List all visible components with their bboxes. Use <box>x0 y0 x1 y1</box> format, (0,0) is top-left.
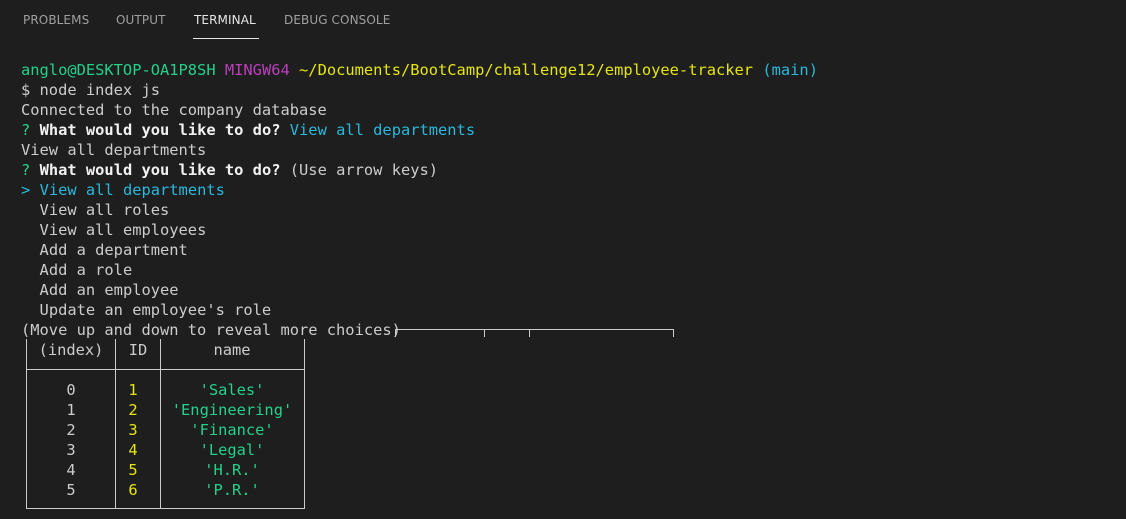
table-header-id: ID <box>129 341 148 359</box>
table-cell-name: 'Engineering' <box>172 401 292 419</box>
table-borders <box>26 329 674 509</box>
table-cell-name: 'P.R.' <box>204 481 260 499</box>
table-cell-id: 4 <box>128 441 137 459</box>
table-row: 5 6 'P.R.' <box>66 481 259 499</box>
table-header-name: name <box>213 341 250 359</box>
table-cell-name: 'Finance' <box>190 421 273 439</box>
table-cell-id: 1 <box>128 381 137 399</box>
table-cell-name: 'Legal' <box>200 441 265 459</box>
table-row: 4 5 'H.R.' <box>66 461 259 479</box>
table-cell-name: 'Sales' <box>200 381 265 399</box>
table-cell-id: 3 <box>128 421 137 439</box>
table-header-index: (index) <box>39 341 104 359</box>
table-content: (index) ID name 0 1 'Sales' 1 2 'Enginee… <box>39 341 293 499</box>
table-cell-index: 2 <box>66 421 75 439</box>
departments-table: (index) ID name 0 1 'Sales' 1 2 'Enginee… <box>26 329 674 509</box>
table-cell-index: 1 <box>66 401 75 419</box>
table-cell-id: 2 <box>128 401 137 419</box>
terminal-panel: PROBLEMS OUTPUT TERMINAL DEBUG CONSOLE a… <box>0 0 1126 519</box>
table-cell-index: 0 <box>66 381 75 399</box>
table-row: 0 1 'Sales' <box>66 381 264 399</box>
table-cell-index: 3 <box>66 441 75 459</box>
table-row: 2 3 'Finance' <box>66 421 273 439</box>
table-cell-name: 'H.R.' <box>204 461 260 479</box>
table-cell-index: 5 <box>66 481 75 499</box>
table-cell-index: 4 <box>66 461 75 479</box>
table-row: 3 4 'Legal' <box>66 441 264 459</box>
table-cell-id: 6 <box>128 481 137 499</box>
table-cell-id: 5 <box>128 461 137 479</box>
table-row: 1 2 'Engineering' <box>66 401 292 419</box>
